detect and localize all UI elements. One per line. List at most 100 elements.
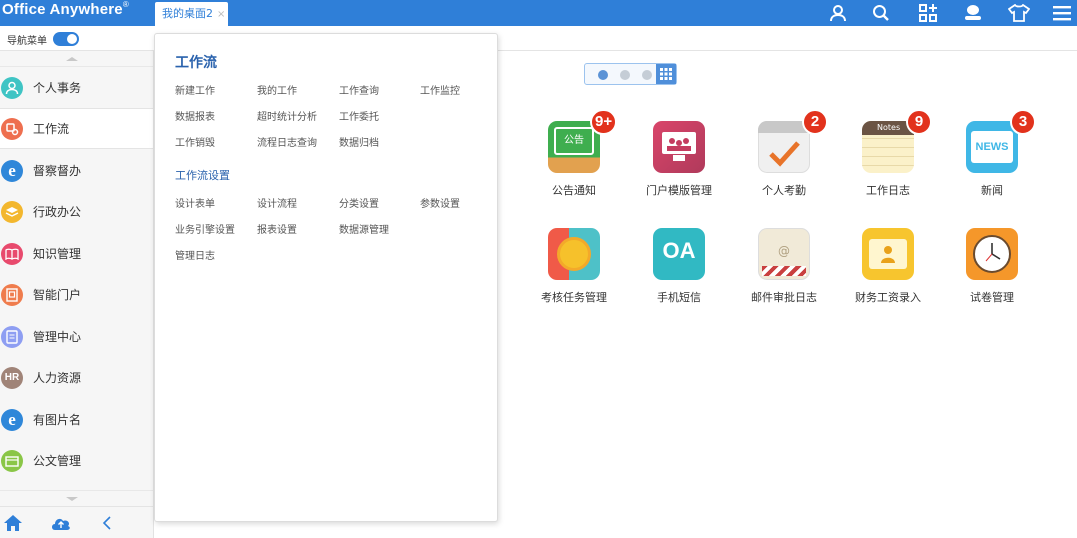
- admin-icon: [1, 200, 23, 223]
- desktop-app-4[interactable]: Notes 9 工作日志: [843, 109, 933, 211]
- theme-shirt-icon[interactable]: [1004, 0, 1034, 26]
- notification-badge: 9+: [590, 109, 618, 135]
- chat-icon[interactable]: [958, 0, 988, 26]
- panel-link[interactable]: 我的工作: [257, 82, 297, 97]
- panel-link[interactable]: 业务引擎设置: [175, 221, 235, 236]
- sidebar-item-label: 管理中心: [33, 330, 82, 344]
- panel-link[interactable]: 工作委托: [339, 108, 379, 123]
- notification-badge: 3: [1010, 109, 1036, 135]
- panel-link[interactable]: 数据源管理: [339, 221, 389, 236]
- app-label: 手机短信: [657, 291, 701, 304]
- home-icon[interactable]: [2, 513, 24, 533]
- sidebar-item-5[interactable]: 知识管理: [0, 233, 153, 274]
- panel-link[interactable]: 管理日志: [175, 247, 215, 262]
- sidebar-item-8[interactable]: HR 人力资源: [0, 357, 153, 398]
- nav-menu-toggle[interactable]: [53, 32, 79, 46]
- clock-icon: [966, 228, 1018, 280]
- sidebar-footer: [0, 506, 153, 538]
- ie-icon: e: [1, 159, 23, 182]
- workflow-menu-panel: 工作流 新建工作 我的工作 工作查询 工作监控数据报表 超时统计分析 工作委托工作销毁 流程…: [154, 33, 498, 522]
- news-icon: NEWS: [966, 121, 1018, 173]
- apps-grid-icon[interactable]: [913, 0, 943, 26]
- tab-label: 我的桌面2: [162, 7, 213, 20]
- app-label: 个人考勤: [762, 184, 806, 197]
- desktop-app-9[interactable]: 财务工资录入: [843, 228, 933, 318]
- app-label: 门户模版管理: [646, 184, 712, 197]
- panel-link[interactable]: 设计表单: [175, 195, 215, 210]
- sidebar-item-label: 人力资源: [33, 371, 82, 385]
- desktop-app-1[interactable]: 公告 9+ 公告通知: [529, 109, 619, 211]
- app-label: 新闻: [981, 184, 1003, 197]
- app-label: 财务工资录入: [855, 291, 921, 304]
- chevron-up-icon: [66, 57, 78, 61]
- page-dot-2[interactable]: [620, 70, 630, 80]
- menu-icon[interactable]: [1047, 0, 1077, 26]
- sidebar-item-1[interactable]: 个人事务: [0, 67, 153, 108]
- ie-icon: e: [1, 408, 23, 431]
- sidebar-item-4[interactable]: 行政办公: [0, 191, 153, 232]
- desktop-app-7[interactable]: OA 手机短信: [634, 228, 724, 318]
- sidebar-scroll-up[interactable]: [0, 51, 153, 67]
- panel-title: 工作流: [175, 55, 217, 71]
- sidebar: 个人事务工作流 e 督察督办行政办公知识管理智能门户管理中心 HR 人力资源 e 有图片名公…: [0, 51, 154, 538]
- panel-link[interactable]: 新建工作: [175, 82, 215, 97]
- hr-icon-text: HR: [4, 372, 20, 383]
- sidebar-item-2[interactable]: 工作流: [0, 108, 153, 149]
- panel-subtitle[interactable]: 工作流设置: [175, 167, 230, 183]
- medal-icon: [548, 228, 600, 280]
- sidebar-item-label: 有图片名: [33, 413, 82, 427]
- sidebar-item-10[interactable]: 公文管理: [0, 440, 153, 481]
- app-label: 邮件审批日志: [751, 291, 817, 304]
- page-dot-1[interactable]: [598, 70, 608, 80]
- portal-icon: [1, 283, 23, 306]
- desktop-app-6[interactable]: 考核任务管理: [529, 228, 619, 318]
- panel-link[interactable]: 超时统计分析: [257, 108, 317, 123]
- panel-link[interactable]: 分类设置: [339, 195, 379, 210]
- book-icon: [1, 242, 23, 265]
- panel-link[interactable]: 工作监控: [420, 82, 460, 97]
- workflow-icon: [1, 117, 23, 140]
- sidebar-item-7[interactable]: 管理中心: [0, 316, 153, 357]
- panel-link[interactable]: 报表设置: [257, 221, 297, 236]
- sidebar-scroll-down[interactable]: [0, 490, 153, 506]
- page-dot-3[interactable]: [642, 70, 652, 80]
- sidebar-item-6[interactable]: 智能门户: [0, 274, 153, 315]
- sidebar-item-label: 智能门户: [33, 288, 82, 302]
- app-logo[interactable]: Office Anywhere®: [2, 0, 129, 18]
- sidebar-item-9[interactable]: e 有图片名: [0, 399, 153, 440]
- manage-icon: [1, 325, 23, 348]
- panel-link[interactable]: 流程日志查询: [257, 134, 317, 149]
- desktop-app-5[interactable]: NEWS 3 新闻: [947, 109, 1037, 211]
- mail-glyph: @: [778, 244, 790, 258]
- sidebar-item-3[interactable]: e 督察督办: [0, 150, 153, 191]
- search-icon[interactable]: [866, 0, 896, 26]
- app-label: 试卷管理: [970, 291, 1014, 304]
- desktop-app-2[interactable]: 门户模版管理: [634, 121, 724, 211]
- cloud-icon[interactable]: [50, 513, 72, 533]
- sidebar-item-label: 个人事务: [33, 81, 82, 95]
- app-label: 公告通知: [552, 184, 596, 197]
- person-icon: [1, 76, 23, 99]
- panel-link[interactable]: 参数设置: [420, 195, 460, 210]
- chevron-down-icon: [66, 497, 78, 501]
- oa-glyph: OA: [662, 238, 696, 263]
- sidebar-item-label: 行政办公: [33, 205, 82, 219]
- desktop-app-3[interactable]: 2 个人考勤: [739, 109, 829, 211]
- desktop-app-8[interactable]: @ 邮件审批日志: [739, 228, 829, 318]
- panel-link[interactable]: 工作查询: [339, 82, 379, 97]
- mail-icon: @: [758, 228, 810, 280]
- grid-view-icon[interactable]: [656, 64, 676, 84]
- desktop-app-10[interactable]: 试卷管理: [947, 228, 1037, 318]
- nav-menu-toggle-label: 导航菜单: [7, 36, 47, 47]
- panel-link[interactable]: 工作销毁: [175, 134, 215, 149]
- sidebar-item-label: 工作流: [33, 122, 70, 136]
- panel-link[interactable]: 数据归档: [339, 134, 379, 149]
- panel-link[interactable]: 数据报表: [175, 108, 215, 123]
- collapse-left-icon[interactable]: [96, 513, 118, 533]
- user-icon[interactable]: [823, 0, 853, 26]
- tab-my-desktop-2[interactable]: 我的桌面2 ×: [155, 2, 228, 26]
- news-glyph: NEWS: [971, 131, 1013, 163]
- panel-link[interactable]: 设计流程: [257, 195, 297, 210]
- notification-badge: 9: [906, 109, 932, 135]
- tab-close-icon[interactable]: ×: [217, 9, 225, 20]
